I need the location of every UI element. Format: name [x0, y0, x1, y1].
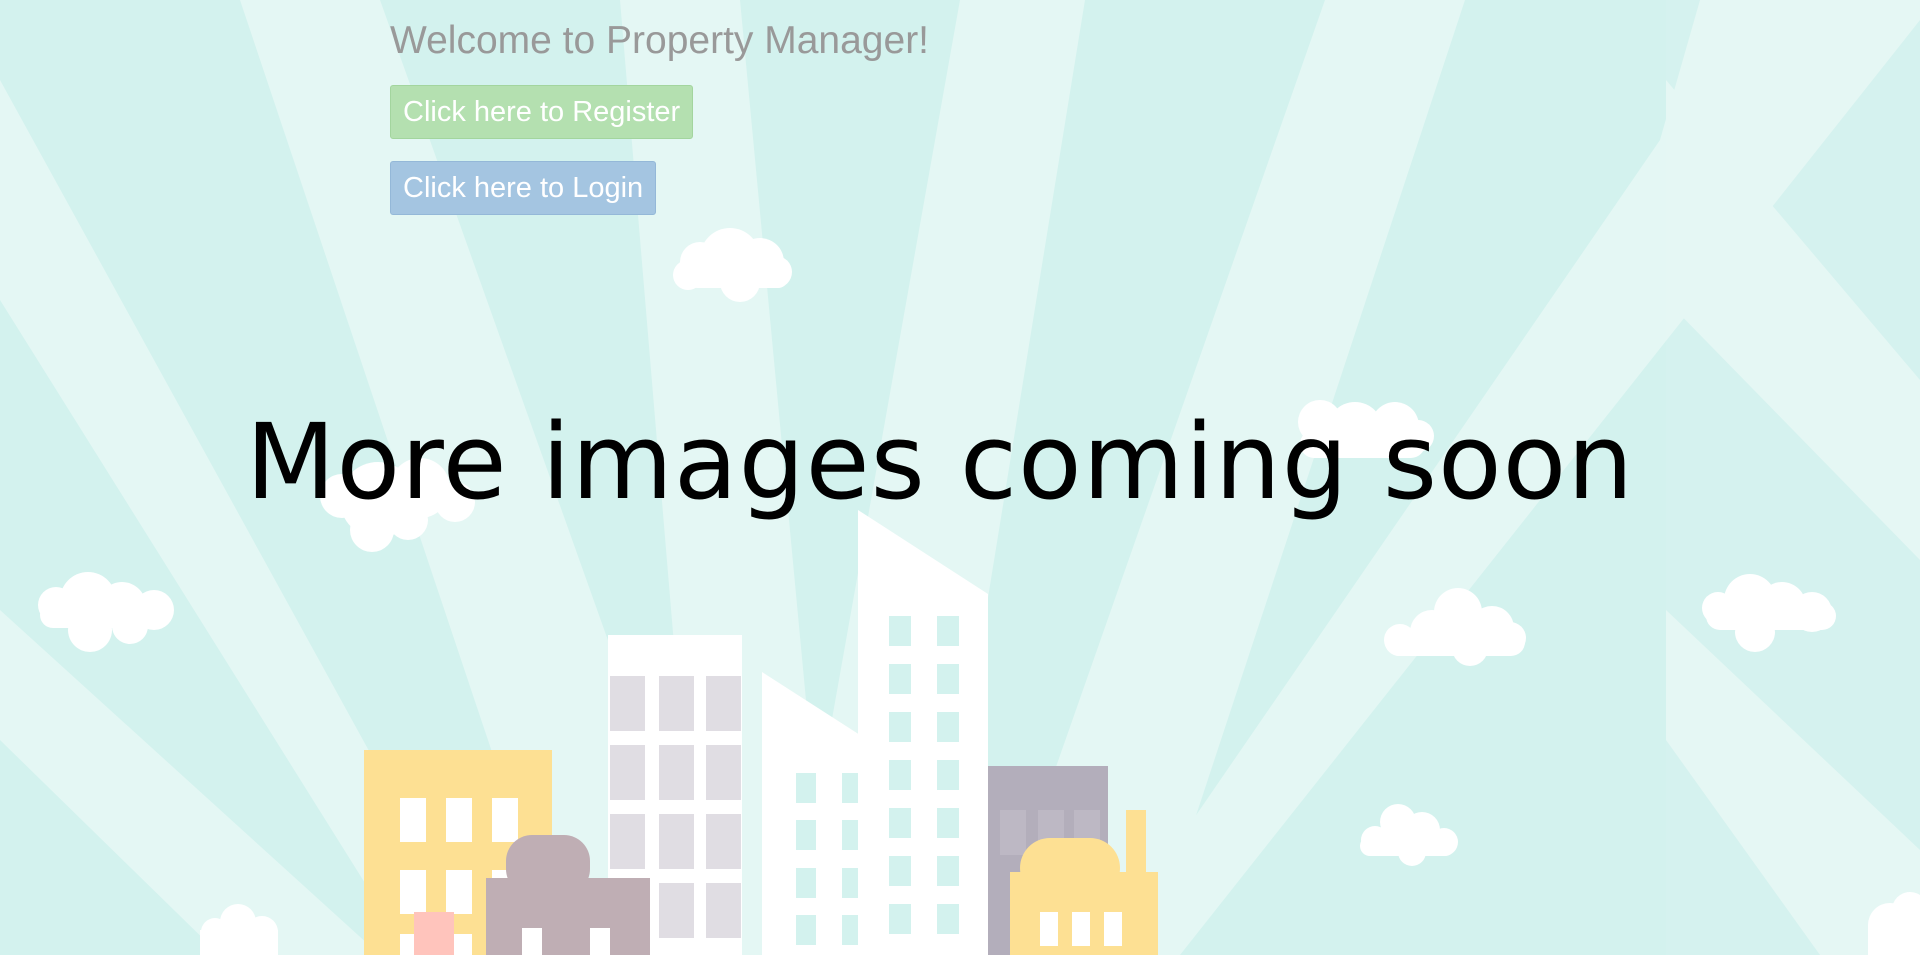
coming-soon-heading: More images coming soon	[245, 401, 1635, 523]
login-button[interactable]: Click here to Login	[390, 161, 657, 215]
welcome-heading: Welcome to Property Manager!	[390, 19, 930, 62]
register-button[interactable]: Click here to Register	[390, 85, 694, 139]
